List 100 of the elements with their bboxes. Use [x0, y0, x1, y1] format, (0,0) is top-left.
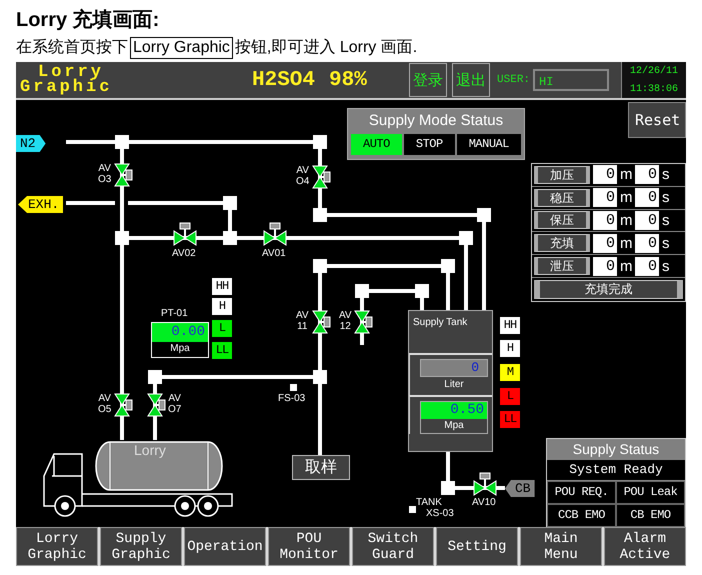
chemical-name: H2SO4 — [252, 68, 316, 92]
nav-button[interactable]: Main Menu — [520, 527, 602, 566]
lorry-label: Lorry — [134, 442, 166, 458]
pipe-port-tag: N2 — [16, 135, 46, 152]
seconds-value: 0 — [635, 188, 659, 208]
tank-switch-icon — [409, 506, 416, 513]
unit-label: m — [620, 189, 632, 206]
pipe-joint — [313, 259, 327, 273]
nav-button[interactable]: Setting — [436, 527, 518, 566]
minutes-value: 0 — [593, 165, 617, 184]
unit-label: s — [662, 234, 670, 252]
sample-button[interactable]: 取样 — [292, 455, 350, 480]
reset-button[interactable]: Reset — [628, 102, 686, 138]
pipe-port-tag: EXH. — [18, 196, 64, 213]
pipe-joint — [441, 481, 455, 495]
step-button[interactable]: 充填 — [534, 234, 590, 252]
pipe-joint — [313, 135, 327, 149]
valve-icon[interactable] — [312, 310, 330, 334]
valve-icon[interactable] — [147, 394, 166, 416]
unit-label: m — [620, 258, 632, 275]
panel-title: Supply Mode Status — [368, 111, 504, 131]
intro-text: 按钮,即可进入 Lorry 画面. — [234, 38, 418, 58]
step-button[interactable]: 稳压 — [534, 188, 590, 207]
screen-title: Lorry Graphic — [19, 65, 114, 95]
alarm-lamp: M — [500, 364, 520, 381]
pipe-joint — [355, 284, 369, 298]
nav-button[interactable]: POU Monitor — [268, 527, 350, 566]
valve-icon[interactable] — [312, 166, 330, 188]
pipe-joint — [115, 135, 129, 149]
valve-icon[interactable] — [174, 222, 196, 246]
valve-label: AV 11 — [296, 310, 309, 332]
valve-label: AV 12 — [339, 310, 352, 332]
valve-label: AV O5 — [98, 393, 112, 415]
seconds-value: 0 — [635, 256, 659, 276]
nav-button[interactable]: Switch Guard — [352, 527, 434, 566]
minutes-value: 0 — [593, 210, 617, 230]
pressure-value: 0.00 — [152, 323, 208, 342]
alarm-lamp: H — [212, 298, 232, 315]
alarm-lamp: HH — [212, 278, 232, 295]
unit-label: Mpa — [169, 342, 191, 356]
nav-button[interactable]: Alarm Active — [604, 527, 686, 566]
alarm-lamp: HH — [500, 317, 520, 334]
unit-label: m — [620, 166, 632, 184]
unit-label: m — [620, 212, 632, 229]
time-text: 11:38:06 — [630, 84, 678, 94]
step-button[interactable]: 泄压 — [534, 257, 590, 276]
minutes-value: 0 — [593, 234, 617, 253]
panel-title: Supply Status — [547, 439, 685, 460]
fill-complete-button[interactable]: 充填完成 — [534, 280, 683, 299]
alarm-lamp: LL — [500, 411, 520, 428]
concentration-value: 98% — [329, 68, 368, 92]
unit-label: Liter — [443, 378, 465, 392]
volume-readout: 0 — [420, 359, 488, 377]
pipe-port-tag: CB — [505, 480, 535, 497]
valve-label: AV02 — [172, 248, 196, 259]
pressure-value: 0.50 — [421, 402, 487, 419]
pipe-joint — [313, 208, 327, 222]
nav-button[interactable]: Operation — [184, 527, 266, 566]
valve-icon[interactable] — [114, 164, 132, 186]
page-heading: Lorry 充填画面: — [15, 8, 160, 33]
status-signal: CCB EMO — [547, 504, 616, 527]
tank-switch-label: TANK XS-03 — [416, 497, 454, 519]
pipe-line — [66, 201, 115, 205]
valve-icon[interactable] — [264, 222, 286, 246]
step-button[interactable]: 加压 — [534, 166, 590, 184]
pipe-line — [446, 452, 505, 490]
sensor-tag: PT-01 — [161, 308, 188, 319]
tank-title: Supply Tank — [412, 316, 468, 330]
pipe-joint — [441, 259, 455, 273]
minutes-value: 0 — [593, 256, 617, 276]
valve-icon[interactable] — [114, 394, 132, 416]
unit-label: Mpa — [443, 419, 465, 433]
valve-icon[interactable] — [354, 310, 372, 334]
seconds-value: 0 — [635, 210, 659, 230]
login-button[interactable]: 登录 — [409, 63, 448, 97]
unit-label: s — [662, 166, 670, 184]
user-field[interactable]: HI — [533, 69, 610, 91]
valve-label: AV10 — [472, 497, 496, 508]
mode-indicator: MANUAL — [456, 134, 521, 155]
pipe-joint — [223, 196, 237, 210]
step-button[interactable]: 保压 — [534, 211, 590, 230]
nav-button[interactable]: Supply Graphic — [100, 527, 182, 566]
nav-button[interactable]: Lorry Graphic — [16, 527, 98, 566]
pipe-joint — [415, 284, 429, 298]
seconds-value: 0 — [635, 165, 659, 184]
unit-label: s — [662, 189, 670, 206]
unit-label: m — [620, 234, 632, 252]
alarm-lamp: L — [500, 388, 520, 405]
flow-switch-icon — [290, 384, 297, 391]
status-signal: CB EMO — [616, 504, 685, 527]
valve-label: AV O7 — [168, 393, 182, 415]
mode-indicator: AUTO — [351, 134, 402, 155]
logout-button[interactable]: 退出 — [452, 63, 490, 97]
pipe-joint — [223, 231, 237, 245]
valve-label: AV O4 — [296, 165, 310, 187]
valve-icon[interactable] — [474, 472, 496, 496]
valve-label: AV01 — [262, 248, 286, 259]
alarm-lamp: H — [500, 340, 520, 357]
seconds-value: 0 — [635, 234, 659, 253]
status-signal: POU Leak — [616, 481, 685, 504]
